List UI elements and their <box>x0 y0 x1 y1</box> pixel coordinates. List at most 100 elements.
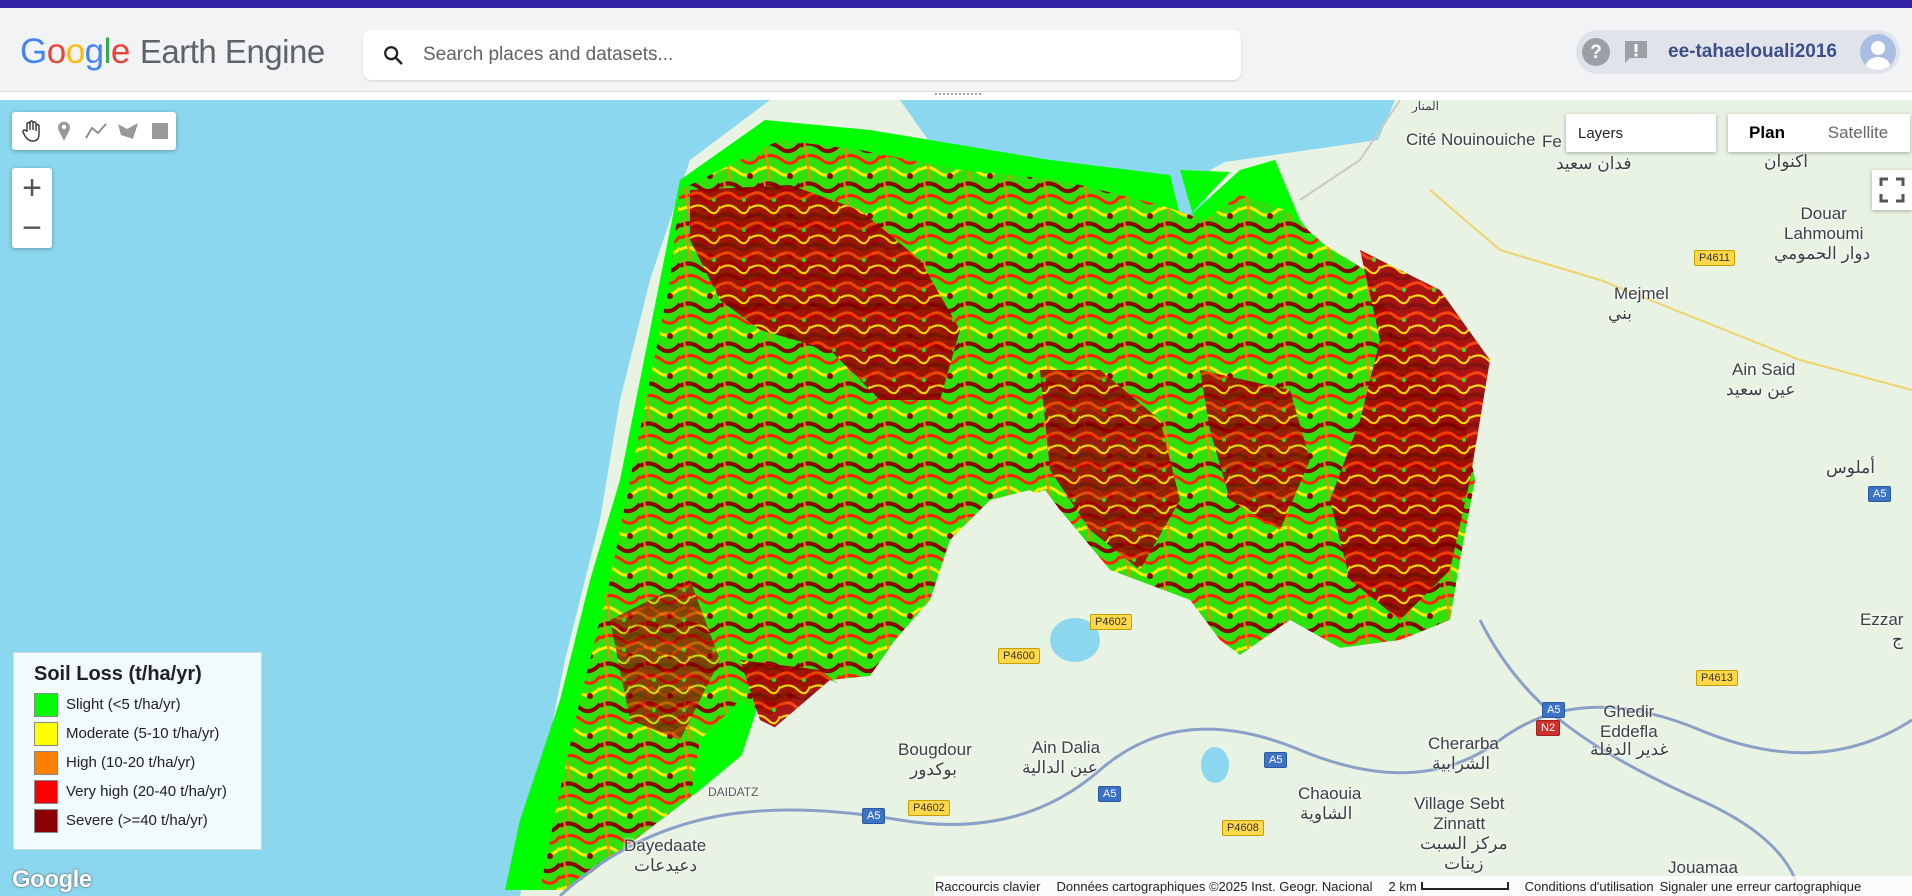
place-label: Douar Lahmoumi <box>1784 204 1864 243</box>
place-label: ج <box>1892 630 1903 649</box>
legend-swatch <box>34 692 58 717</box>
logo-letter: G <box>20 32 47 71</box>
road-badge: P4613 <box>1696 670 1738 686</box>
place-label: Jouamaa <box>1668 858 1738 877</box>
place-label: بني <box>1608 304 1633 323</box>
road-badge: A5 <box>1542 702 1566 718</box>
place-label: مركز السبت زينات <box>1420 834 1508 873</box>
road-badge: P4600 <box>998 648 1040 664</box>
logo-letter: o <box>65 32 85 71</box>
search-icon[interactable] <box>363 44 423 66</box>
scale-bar <box>1420 882 1509 890</box>
place-label: المنار <box>1412 100 1439 113</box>
legend-label: Very high (20-40 t/ha/yr) <box>66 783 227 800</box>
help-icon[interactable]: ? <box>1576 32 1616 72</box>
place-label: أملوس <box>1826 458 1875 477</box>
road-badge: P4602 <box>908 800 950 816</box>
map-type-toggle: Plan Satellite <box>1728 114 1910 152</box>
place-label: Ghedir Eddefla <box>1600 702 1658 741</box>
keyboard-shortcuts-link[interactable]: Raccourcis clavier <box>935 879 1040 894</box>
scale-label: 2 km <box>1388 878 1417 894</box>
feedback-icon[interactable] <box>1616 32 1656 72</box>
place-label: Village Sebt Zinnatt <box>1414 794 1505 833</box>
layers-button[interactable]: Layers <box>1566 114 1716 152</box>
svg-text:?: ? <box>1590 42 1602 63</box>
search-input[interactable] <box>423 44 1241 66</box>
report-error-link[interactable]: Signaler une erreur cartographique <box>1660 879 1862 894</box>
map-attribution-bar: Raccourcis clavier Données cartographiqu… <box>935 876 1912 896</box>
avatar[interactable] <box>1860 34 1896 70</box>
legend-item: Moderate (5-10 t/ha/yr) <box>34 719 261 748</box>
legend-item: Severe (>=40 t/ha/yr) <box>34 806 261 835</box>
place-label: Ain Dalia <box>1032 738 1101 757</box>
road-badge: P4602 <box>1090 614 1132 630</box>
place-label: اكنوان <box>1764 152 1808 171</box>
drawing-tools <box>12 112 176 150</box>
legend-label: High (10-20 t/ha/yr) <box>66 754 196 771</box>
road-badge: A5 <box>1098 786 1122 802</box>
place-label: Ain Said <box>1732 360 1796 379</box>
road-badge: A5 <box>862 808 886 824</box>
zoom-controls: + − <box>12 168 52 248</box>
logo-product-name: Earth Engine <box>139 33 325 70</box>
place-label: عين الدالية <box>1022 758 1098 777</box>
logo-letter: g <box>84 32 104 71</box>
logo-letter: l <box>103 32 112 71</box>
place-label: Ezzar <box>1860 610 1904 629</box>
map-type-plan-button[interactable]: Plan <box>1728 114 1806 152</box>
legend-item: Slight (<5 t/ha/yr) <box>34 690 261 719</box>
place-label: دعيدعات <box>634 856 698 875</box>
logo-letter: e <box>110 32 130 71</box>
legend-title: Soil Loss (t/ha/yr) <box>34 663 202 685</box>
legend-swatch <box>34 721 58 746</box>
fullscreen-icon[interactable] <box>1872 170 1912 210</box>
road-badge: P4608 <box>1222 820 1264 836</box>
place-label: الشاوية <box>1300 804 1353 823</box>
legend-swatch <box>34 808 58 833</box>
place-label: Cité Nouinouiche <box>1406 130 1536 149</box>
place-label: بوكدور <box>910 760 957 779</box>
place-label: عين سعيد <box>1726 380 1796 399</box>
zoom-out-button[interactable]: − <box>12 208 52 248</box>
place-label: فدان سعيد <box>1556 154 1632 173</box>
place-label: غدير الدفلة <box>1590 740 1669 759</box>
legend-swatch <box>34 779 58 804</box>
legend-label: Moderate (5-10 t/ha/yr) <box>66 725 220 742</box>
place-label: Chaouia <box>1298 784 1362 803</box>
zoom-in-button[interactable]: + <box>12 168 52 208</box>
map-type-satellite-button[interactable]: Satellite <box>1806 114 1910 152</box>
place-label: Fe <box>1542 132 1562 151</box>
map-data-credit: Données cartographiques ©2025 Inst. Geog… <box>1056 878 1373 894</box>
earth-engine-logo[interactable]: Google Earth Engine <box>20 30 325 74</box>
project-name[interactable]: ee-tahaelouali2016 <box>1668 41 1837 63</box>
road-badge: N2 <box>1536 720 1561 736</box>
place-label: دوار الحمومي <box>1774 244 1871 263</box>
place-label: Cherarba <box>1428 734 1499 753</box>
marker-icon[interactable] <box>48 114 80 148</box>
place-label: الشرابية <box>1432 754 1491 773</box>
place-label: Dayedaate <box>624 836 707 855</box>
soil-loss-legend: Soil Loss (t/ha/yr) Slight (<5 t/ha/yr) … <box>13 652 262 850</box>
panel-resize-handle[interactable] <box>930 90 986 98</box>
legend-label: Slight (<5 t/ha/yr) <box>66 696 181 713</box>
road-badge: A5 <box>1868 486 1892 502</box>
legend-item: High (10-20 t/ha/yr) <box>34 748 261 777</box>
road-badge: A5 <box>1264 752 1288 768</box>
logo-letter: o <box>46 32 66 71</box>
header: Google Earth Engine ? ee-tahaelouali2016 <box>0 8 1912 92</box>
search-box[interactable] <box>363 30 1241 80</box>
place-label: DAIDATZ <box>708 785 759 799</box>
road-badge: P4611 <box>1694 250 1735 266</box>
rectangle-icon[interactable] <box>144 114 176 148</box>
legend-label: Severe (>=40 t/ha/yr) <box>66 812 208 829</box>
top-accent-bar <box>0 0 1912 8</box>
polygon-icon[interactable] <box>112 114 144 148</box>
google-map-logo: Google <box>12 866 92 893</box>
map-canvas[interactable]: Cité Nouinouiche المنار Fe فدان سعيد اكن… <box>0 100 1912 896</box>
place-label: Mejmel <box>1614 284 1669 303</box>
line-icon[interactable] <box>80 114 112 148</box>
pan-hand-icon[interactable] <box>16 114 48 148</box>
legend-item: Very high (20-40 t/ha/yr) <box>34 777 261 806</box>
legend-swatch <box>34 750 58 775</box>
terms-link[interactable]: Conditions d'utilisation <box>1525 879 1654 894</box>
